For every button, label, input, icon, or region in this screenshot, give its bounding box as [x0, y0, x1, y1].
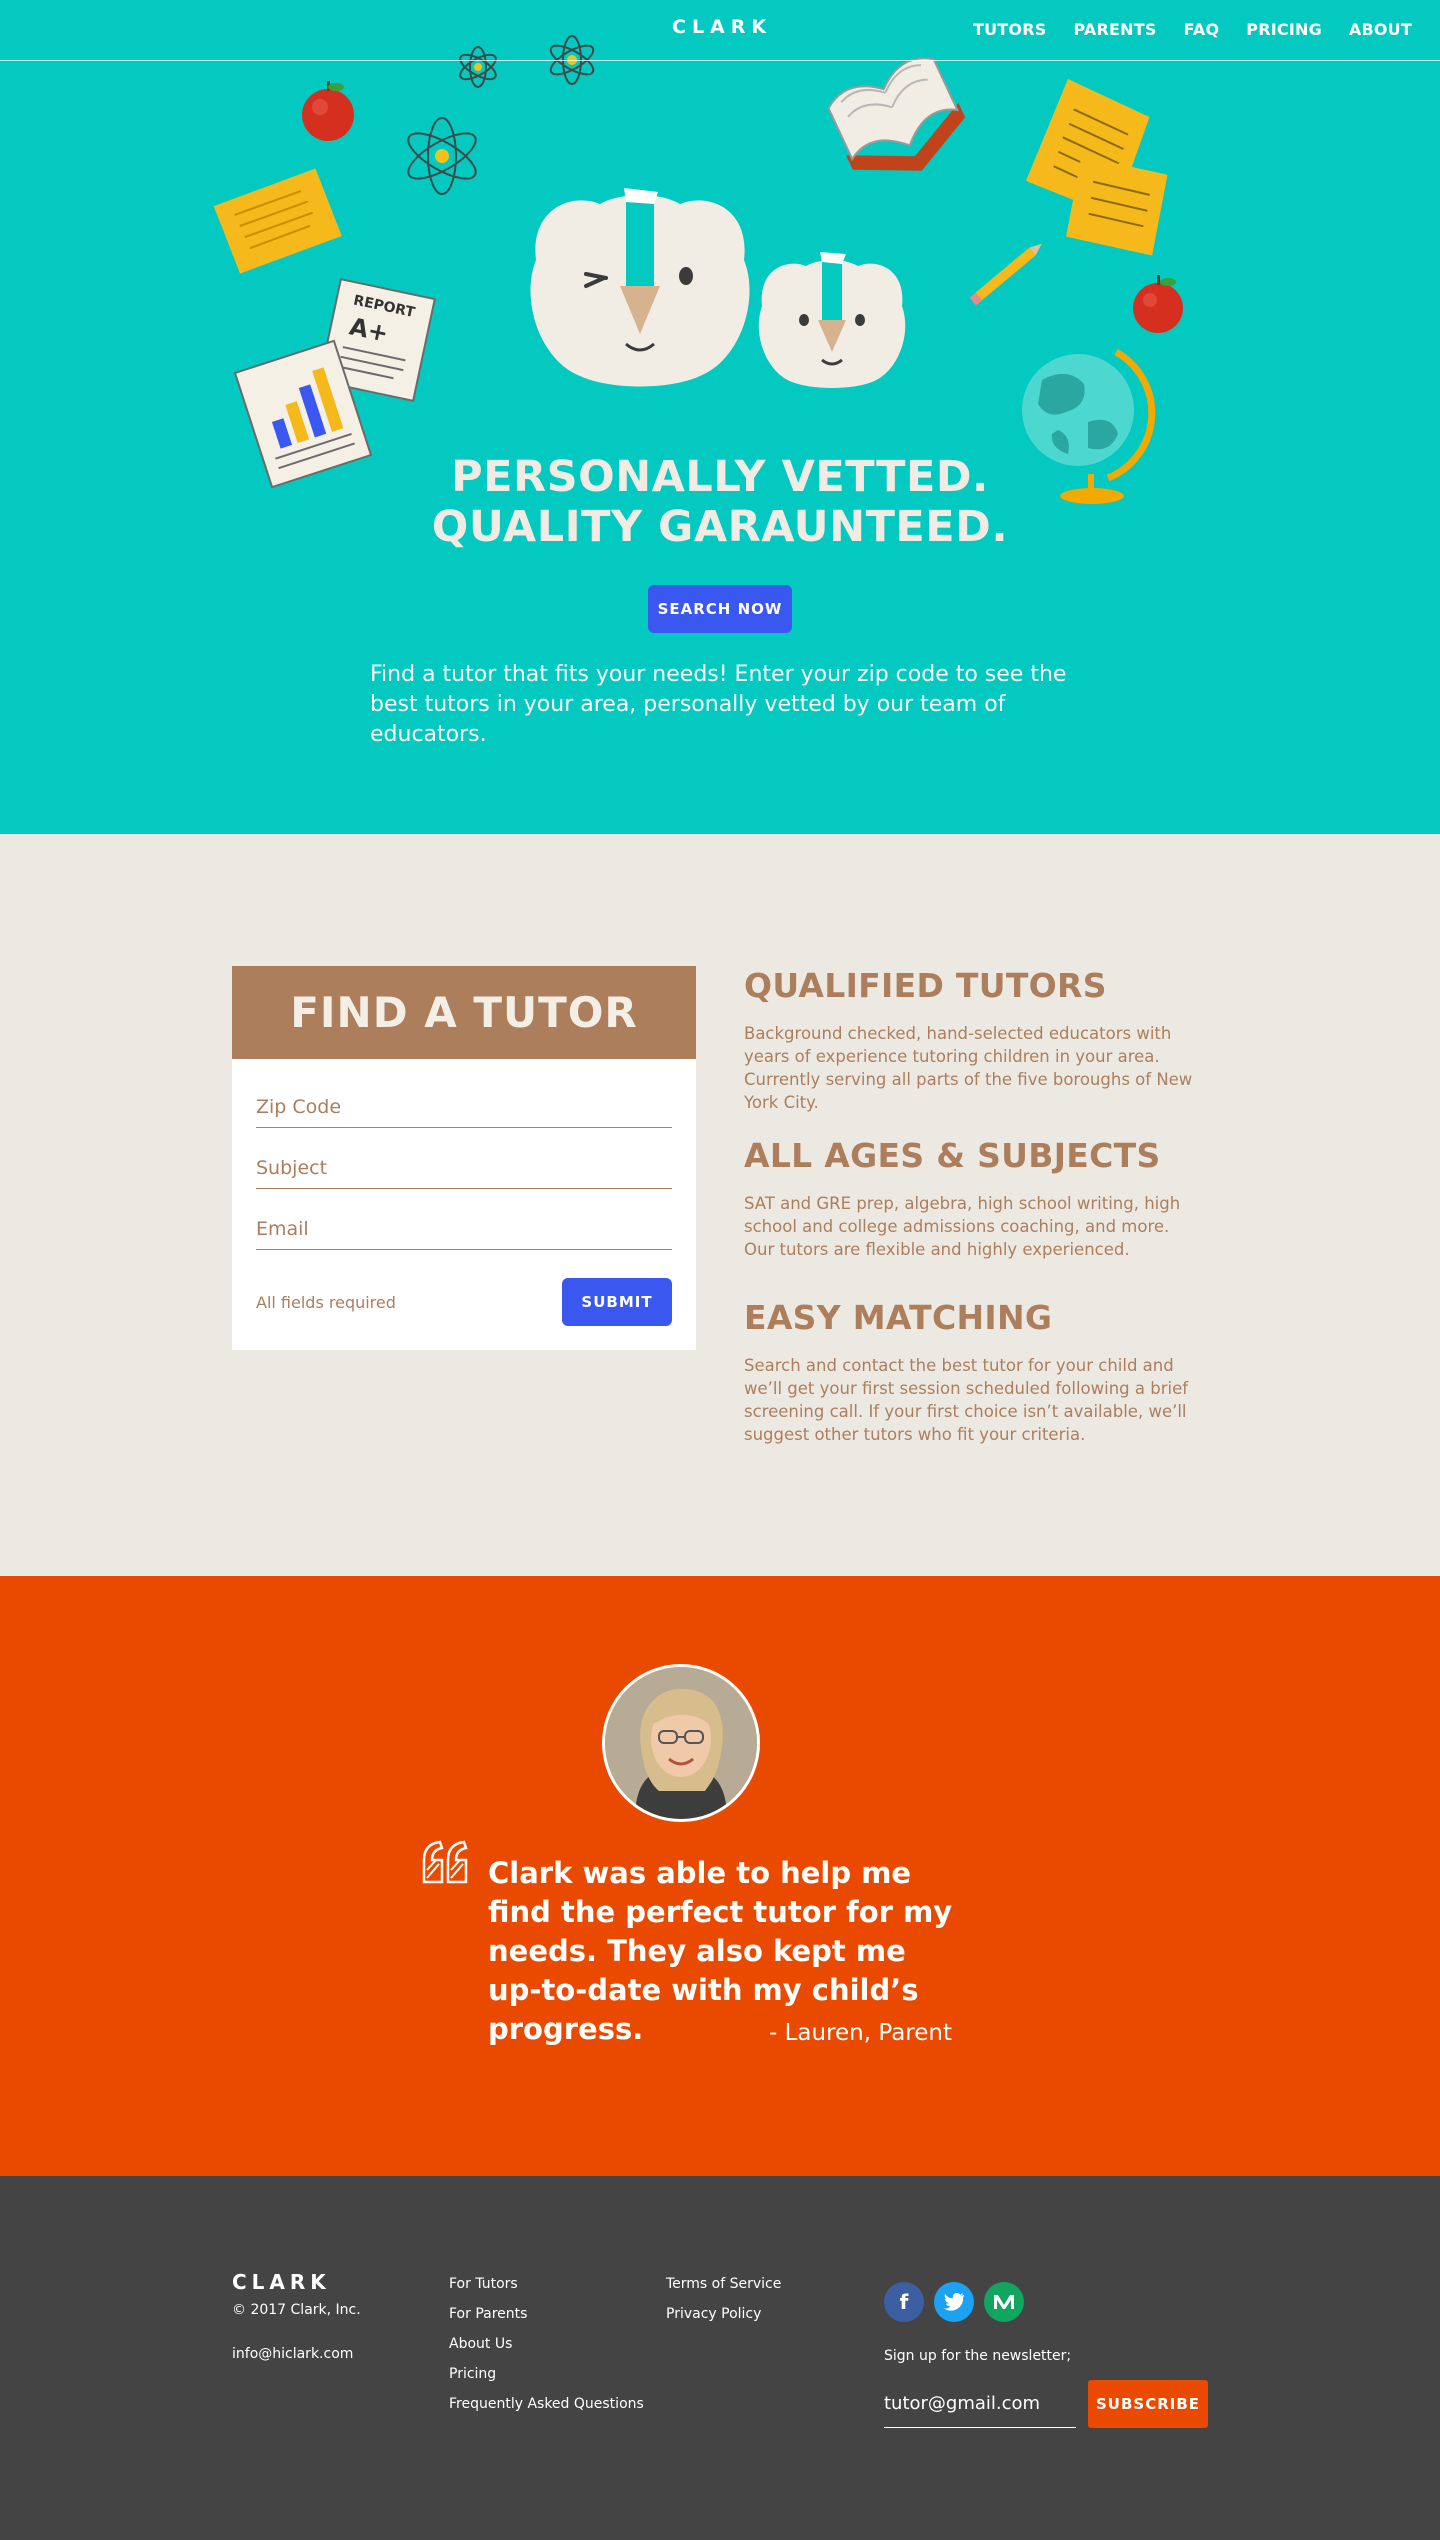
- feature-text: Background checked, hand-selected educat…: [744, 1024, 1193, 1112]
- hero-section: REPORT A+ CLARK TUTORS PARENTS FAQ PRICI…: [0, 0, 1440, 834]
- required-note: All fields required: [256, 1293, 396, 1312]
- subject-input[interactable]: [256, 1149, 672, 1187]
- hero-title-line1: PERSONALLY VETTED.: [451, 452, 989, 502]
- atom-icon: [459, 46, 497, 88]
- footer-email-link[interactable]: info@hiclark.com: [232, 2346, 353, 2362]
- nav-divider: [0, 60, 1440, 61]
- zip-field: [256, 1088, 672, 1128]
- form-title: FIND A TUTOR: [232, 966, 696, 1059]
- email-input[interactable]: [256, 1210, 672, 1248]
- footer: CLARK © 2017 Clark, Inc. info@hiclark.co…: [0, 2176, 1440, 2540]
- social-links: f: [884, 2282, 1024, 2322]
- feature-easy-matching: EASY MATCHING Search and contact the bes…: [744, 1298, 1204, 1446]
- newsletter-label: Sign up for the newsletter;: [884, 2348, 1072, 2364]
- feature-title: ALL AGES & SUBJECTS: [744, 1136, 1161, 1175]
- feature-title: QUALIFIED TUTORS: [744, 966, 1107, 1005]
- footer-link-pricing[interactable]: Pricing: [449, 2366, 644, 2383]
- footer-link-terms[interactable]: Terms of Service: [666, 2276, 781, 2293]
- footer-links-col2: Terms of Service Privacy Policy: [666, 2276, 781, 2323]
- newsletter-field: [884, 2380, 1076, 2428]
- zip-code-input[interactable]: [256, 1088, 672, 1126]
- pencil-icon: [969, 243, 1042, 306]
- submit-button[interactable]: SUBMIT: [562, 1278, 672, 1326]
- subscribe-button[interactable]: SUBSCRIBE: [1088, 2380, 1208, 2428]
- medium-icon[interactable]: [984, 2282, 1024, 2322]
- feature-text: Search and contact the best tutor for yo…: [744, 1356, 1189, 1444]
- nav-about[interactable]: ABOUT: [1349, 20, 1412, 39]
- footer-link-faq[interactable]: Frequently Asked Questions: [449, 2396, 644, 2413]
- notes-icon: [213, 168, 342, 274]
- bear-mascot-large: [530, 188, 750, 387]
- footer-links-col1: For Tutors For Parents About Us Pricing …: [449, 2276, 644, 2413]
- avatar: [602, 1664, 760, 1822]
- hero-description: Find a tutor that fits your needs! Enter…: [370, 662, 1067, 747]
- facebook-icon[interactable]: f: [884, 2282, 924, 2322]
- nav-parents[interactable]: PARENTS: [1073, 20, 1156, 39]
- footer-link-privacy[interactable]: Privacy Policy: [666, 2306, 781, 2323]
- footer-link-for-parents[interactable]: For Parents: [449, 2306, 644, 2323]
- quote-icon: [422, 1840, 468, 1884]
- testimonial-author: - Lauren, Parent: [768, 2020, 952, 2046]
- book-icon: [827, 57, 966, 171]
- hero-title: PERSONALLY VETTED. QUALITY GARAUNTEED.: [320, 452, 1120, 552]
- footer-copyright: © 2017 Clark, Inc.: [232, 2302, 361, 2318]
- email-field: [256, 1210, 672, 1250]
- find-tutor-form: FIND A TUTOR All fields required SUBMIT: [232, 966, 696, 1350]
- footer-logo[interactable]: CLARK: [232, 2270, 331, 2294]
- twitter-icon[interactable]: [934, 2282, 974, 2322]
- search-now-button[interactable]: SEARCH NOW: [648, 585, 792, 633]
- subject-field: [256, 1149, 672, 1189]
- atom-icon: [407, 117, 477, 195]
- bear-mascot-small: [758, 252, 906, 388]
- hero-title-line2: QUALITY GARAUNTEED.: [431, 502, 1009, 552]
- feature-text: SAT and GRE prep, algebra, high school w…: [744, 1194, 1181, 1259]
- footer-link-for-tutors[interactable]: For Tutors: [449, 2276, 644, 2293]
- apple-icon: [302, 81, 354, 141]
- brand-logo[interactable]: CLARK: [672, 16, 768, 38]
- testimonial-section: Clark was able to help me find the perfe…: [0, 1576, 1440, 2176]
- feature-title: EASY MATCHING: [744, 1298, 1053, 1337]
- newsletter-email-input[interactable]: [884, 2380, 1076, 2426]
- nav-pricing[interactable]: PRICING: [1246, 20, 1322, 39]
- feature-all-ages: ALL AGES & SUBJECTS SAT and GRE prep, al…: [744, 1136, 1204, 1261]
- hero-illustration: REPORT A+: [213, 35, 1183, 504]
- nav-faq[interactable]: FAQ: [1184, 20, 1220, 39]
- apple-icon: [1133, 275, 1183, 333]
- main-nav: TUTORS PARENTS FAQ PRICING ABOUT: [973, 20, 1412, 39]
- nav-tutors[interactable]: TUTORS: [973, 20, 1046, 39]
- feature-qualified-tutors: QUALIFIED TUTORS Background checked, han…: [744, 966, 1204, 1114]
- footer-link-about-us[interactable]: About Us: [449, 2336, 644, 2353]
